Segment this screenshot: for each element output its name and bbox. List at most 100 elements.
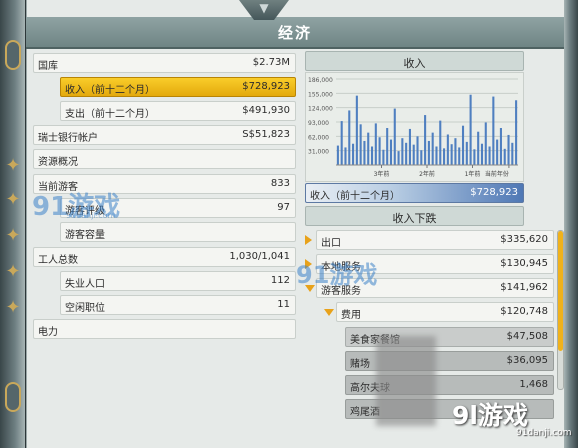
row-label: 瑞士银行帐户 — [38, 133, 98, 144]
row-treasury[interactable]: 国库 $2.73M — [33, 53, 296, 73]
x-tick-label: 1年前 — [465, 170, 481, 178]
chart-bar — [435, 146, 438, 165]
chart-bar — [397, 151, 400, 165]
row-vacant-jobs[interactable]: 空闲职位 11 — [60, 295, 296, 315]
chart-bar — [420, 150, 423, 165]
row-income[interactable]: 收入（前十二个月） $728,923 — [60, 77, 296, 97]
chevron-down-icon[interactable]: ▼ — [252, 2, 276, 14]
chart-bar — [473, 149, 476, 165]
row-power[interactable]: 电力 — [33, 319, 296, 339]
row-label: 国库 — [38, 61, 58, 72]
chart-bar — [378, 137, 381, 165]
income-total-row[interactable]: 收入（前十二个月） $728,923 — [305, 183, 524, 203]
chart-bar — [408, 128, 411, 165]
chart-bar — [355, 95, 358, 165]
watermark-url: 91danji.com — [66, 211, 116, 220]
row-value: $36,095 — [506, 355, 548, 366]
row-total-workers[interactable]: 工人总数 1,030/1,041 — [33, 247, 296, 267]
left-rail: ✦ ✦ ✦ ✦ ✦ — [0, 0, 26, 448]
chart-bar — [477, 131, 480, 165]
row-label: 收入（前十二个月） — [65, 85, 155, 96]
scrollbar-thumb[interactable] — [558, 231, 563, 351]
chart-bar — [461, 125, 465, 165]
row-expense[interactable]: 支出（前十二个月） $491,930 — [60, 101, 296, 121]
row-value: $130,945 — [500, 258, 548, 269]
star-ornament-icon: ✦ — [5, 225, 21, 246]
triangle-down-icon[interactable] — [324, 309, 334, 316]
row-swiss-bank[interactable]: 瑞士银行帐户 S$51,823 — [33, 125, 296, 145]
window-title: 经济 — [277, 24, 312, 42]
chart-bar — [492, 96, 495, 165]
row-label: 空闲职位 — [65, 303, 105, 314]
rail-cap — [5, 382, 21, 412]
row-resources[interactable]: 资源概况 — [33, 149, 296, 169]
x-tick-label: 2年前 — [419, 170, 435, 178]
chart-bar — [488, 146, 491, 165]
y-tick-label: 62,000 — [308, 134, 329, 141]
y-tick-label: 124,000 — [308, 106, 333, 113]
breakdown-header-label: 收入下跌 — [392, 212, 437, 225]
row-value: S$51,823 — [242, 129, 290, 140]
right-rail — [564, 0, 578, 448]
row-value: 11 — [277, 299, 290, 310]
chart-bar — [412, 144, 415, 165]
chart-bar — [503, 148, 506, 165]
breakdown-row-export[interactable]: 出口 $335,620 — [316, 230, 554, 250]
chart-bar — [344, 147, 347, 165]
row-value: $728,923 — [242, 81, 290, 92]
chart-bar — [348, 110, 351, 165]
income-total-value: $728,923 — [470, 187, 518, 198]
x-tick-label: 3年前 — [374, 170, 390, 178]
row-value: $2.73M — [252, 57, 290, 68]
row-label: 电力 — [38, 327, 58, 338]
row-label: 资源概况 — [38, 157, 78, 168]
row-value: 112 — [270, 275, 290, 286]
chart-bar — [393, 108, 396, 165]
chart-bar — [352, 143, 355, 165]
chart-bar — [367, 132, 370, 165]
row-value: $491,930 — [242, 105, 290, 116]
chart-bar — [336, 145, 339, 165]
chart-bar — [458, 147, 461, 165]
chart-bar — [480, 143, 484, 165]
chart-bar — [507, 134, 510, 165]
row-label: 出口 — [321, 238, 341, 249]
row-tourist-capacity[interactable]: 游客容量 — [60, 222, 296, 242]
chart-bar — [416, 136, 419, 165]
chart-bar — [363, 140, 366, 165]
chart-bar — [469, 94, 472, 165]
chart-bar — [443, 148, 446, 165]
chart-bar — [499, 128, 502, 165]
income-chart: 186,000 155,000 124,000 93,000 62,000 31,000 3… — [305, 72, 524, 182]
y-tick-label: 186,000 — [308, 77, 333, 84]
breakdown-row-fees[interactable]: 费用 $120,748 — [336, 302, 554, 322]
y-tick-label: 93,000 — [308, 120, 329, 127]
chart-bar — [431, 132, 434, 165]
chart-bar — [450, 144, 453, 165]
chart-bar — [484, 122, 487, 165]
chart-bar — [465, 141, 468, 165]
star-ornament-icon: ✦ — [5, 261, 21, 282]
brand-watermark: 9l游戏 91danji.com — [452, 396, 572, 440]
row-label: 工人总数 — [38, 255, 78, 266]
row-label: 赌场 — [350, 359, 370, 370]
triangle-right-icon[interactable] — [305, 235, 312, 245]
rail-cap — [5, 40, 21, 70]
chart-bar — [446, 134, 449, 165]
brand-logo: 9l游戏 — [452, 401, 528, 430]
chart-bar — [454, 138, 457, 165]
row-unemployed[interactable]: 失业人口 112 — [60, 271, 296, 291]
row-value: 1,468 — [519, 379, 548, 390]
chart-bar — [401, 138, 404, 165]
breakdown-header: 收入下跌 — [305, 206, 524, 226]
chart-bar — [370, 146, 374, 165]
row-value: $141,962 — [500, 282, 548, 293]
chart-bar — [386, 128, 389, 165]
x-tick-label: 当前年份 — [485, 170, 509, 178]
star-ornament-icon: ✦ — [5, 155, 21, 176]
chart-bar — [382, 149, 385, 165]
breakdown-scrollbar[interactable] — [557, 230, 564, 390]
brand-url: 91danji.com — [516, 428, 572, 438]
chart-bar — [511, 142, 514, 165]
chart-bar — [340, 121, 343, 165]
